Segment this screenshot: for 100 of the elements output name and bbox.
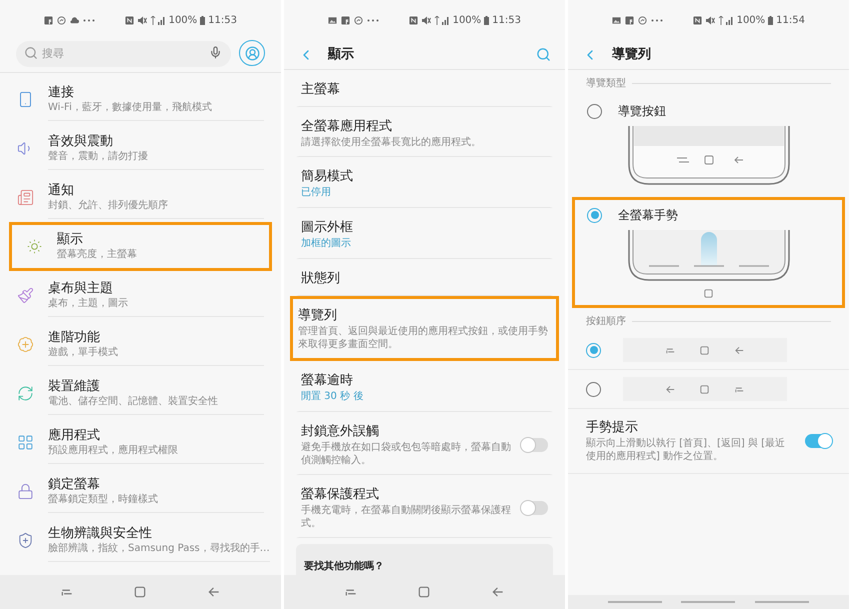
item-value: 加框的圖示 [301,237,352,251]
item-subtitle: 電池、儲存空間、記憶體、裝置安全性 [48,394,219,408]
item-subtitle: 遊戲，單手模式 [48,346,119,360]
more-icon [83,18,95,22]
battery-icon [768,16,774,24]
image-icon [612,16,621,24]
item-title[interactable]: 封鎖意外誤觸 [301,422,512,441]
image-icon [328,16,337,24]
item-subtitle: 臉部辨識，指紋，Samsung Pass，尋找我的手… [48,542,270,556]
signal-icon [718,16,734,24]
item-title[interactable]: 簡易模式 [301,167,548,186]
gesture-hint-line [755,601,810,603]
item-value: 閒置 30 秒 後 [301,390,364,404]
profile-button[interactable] [239,40,265,66]
back-arrow-icon [664,384,676,394]
gesture-hint-line [608,601,662,603]
more-icon [651,18,663,22]
item-title[interactable]: 圖示外框 [301,218,548,237]
clock-time: 11:53 [208,14,237,28]
item-title[interactable]: 導覽列 [298,306,551,325]
radio-button[interactable] [586,342,601,358]
mute-icon [420,16,431,24]
more-icon [367,18,379,22]
app-icon [625,16,634,24]
item-description: 手機充電時，在螢幕自動關閉後顯示螢幕保護程式。 [301,504,512,530]
search-field[interactable]: 搜尋 [16,40,231,66]
chat-icon [638,16,647,24]
app-icon [341,16,350,24]
item-title[interactable]: 鎖定螢幕 [48,476,264,492]
item-description: 請選擇欲使用全螢幕長寬比的應用程式。 [301,136,482,149]
toggle-switch[interactable] [522,438,548,452]
button-order-preview[interactable] [623,338,787,362]
item-title[interactable]: 顯示 [57,231,255,248]
item-subtitle: 聲音，震動，請勿打擾 [48,150,149,164]
toggle-switch[interactable] [522,500,548,514]
back-arrow-icon [491,585,506,599]
item-title[interactable]: 裝置維護 [48,378,264,394]
item-subtitle: 封鎖、允許、排列優先順序 [48,198,169,212]
battery-percentage: 100% [452,14,482,28]
item-subtitle: Wi-Fi，藍牙，數據使用量，飛航模式 [48,100,213,114]
search-icon [24,46,38,60]
clock-time: 11:54 [776,14,805,28]
signal-icon [434,16,450,24]
chat-icon [354,16,363,24]
search-icon [536,47,551,62]
app-icon [44,16,53,24]
gesture-hint-line [681,601,736,603]
battery-percentage: 100% [168,14,198,28]
item-subtitle: 預設應用程式，應用程式權限 [48,444,179,458]
section-label: 導覽類型 [586,76,626,91]
item-title: 手勢提示 [586,419,639,437]
option-label[interactable]: 導覽按鈕 [618,102,666,120]
battery-icon [484,16,490,24]
radio-button[interactable] [586,382,601,396]
item-title[interactable]: 主螢幕 [301,80,548,99]
item-subtitle: 螢幕亮度，主螢幕 [57,248,138,262]
clock-time: 11:53 [492,14,521,28]
square-icon [699,344,710,356]
option-label[interactable]: 全螢幕手勢 [618,206,678,224]
square-icon [133,585,148,599]
item-title[interactable]: 應用程式 [48,426,264,444]
item-description: 顯示向上滑動以執行 [首頁]、[返回] 與 [最近使用的應用程式] 動作之位置。 [586,437,786,463]
search-button[interactable] [536,47,551,62]
signal-icon [150,16,166,24]
back-arrow-icon [207,585,222,599]
battery-percentage: 100% [736,14,766,28]
item-title[interactable]: 桌布與主題 [48,280,264,296]
item-title[interactable]: 全螢幕應用程式 [301,117,548,136]
item-title[interactable]: 音效與震動 [48,132,264,150]
page-title: 導覽列 [612,46,652,64]
item-title[interactable]: 狀態列 [301,269,548,288]
item-subtitle: 桌布，主題，圖示 [48,296,129,310]
section-label: 按鈕順序 [586,314,626,329]
nfc-icon [692,16,702,24]
item-title[interactable]: 生物辨識與安全性 [48,524,270,542]
button-order-preview[interactable] [623,377,787,401]
square-icon [699,384,710,394]
microphone-icon [209,46,222,59]
cloud-icon [70,16,79,24]
item-title[interactable]: 螢幕逾時 [301,371,548,390]
battery-icon [200,16,206,24]
chat-icon [57,16,66,24]
square-icon [417,585,432,599]
square-icon [703,288,714,299]
toggle-switch[interactable] [805,434,831,448]
person-icon [244,46,260,60]
nfc-icon [124,16,134,24]
mute-icon [136,16,147,24]
item-value: 已停用 [301,186,332,200]
item-title[interactable]: 進階功能 [48,328,264,346]
item-title[interactable]: 通知 [48,182,264,198]
item-description: 避免手機放在如口袋或包包等暗處時，螢幕自動偵測觸控輸入。 [301,441,512,467]
item-title[interactable]: 螢幕保護程式 [301,485,512,504]
radio-button[interactable] [587,208,602,222]
nfc-icon [408,16,418,24]
radio-button[interactable] [587,104,602,118]
card-title: 要找其他功能嗎？ [304,561,384,572]
back-arrow-icon [734,344,746,356]
item-title[interactable]: 連接 [48,84,264,100]
mute-icon [704,16,715,24]
